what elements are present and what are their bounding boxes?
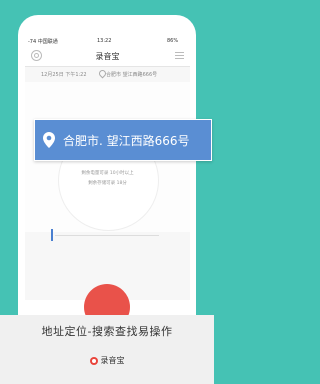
recording-info: 12月25日 下午1:22 合肥市 望江西路666号 [25,66,190,82]
nav-bar: 录音宝 [25,47,190,67]
caption-text: 地址定位-搜索查找易操作 [41,325,173,338]
recording-date: 12月25日 下午1:22 [41,72,87,78]
battery-label: 86% [167,38,179,44]
storage-remaining: 剩余存储可录 18分 [88,181,127,186]
clock: 13:22 [97,38,112,44]
location-callout[interactable]: 合肥市. 望江西路666号 [34,119,212,161]
promo-caption: 地址定位-搜索查找易操作 录音宝 [0,315,214,384]
status-bar: -74 中国联通 13:22 86% [25,36,190,47]
brand-label: 录音宝 [0,355,214,366]
app-screen: -74 中国联通 13:22 86% 录音宝 12月25日 下午1:22 合肥市… [25,36,190,300]
callout-address: 合肥市. 望江西路666号 [63,134,190,148]
brand-name: 录音宝 [100,356,125,365]
waveform [51,229,161,241]
location-pin-icon [43,132,55,148]
carrier-label: -74 中国联通 [28,39,58,45]
waveform-bar [51,229,53,241]
page-title: 录音宝 [95,52,120,61]
menu-icon[interactable] [175,52,184,61]
record-icon [89,356,98,365]
battery-remaining: 剩余电量可录 10小时以上 [81,171,134,176]
recording-location[interactable]: 合肥市 望江西路666号 [106,71,157,78]
